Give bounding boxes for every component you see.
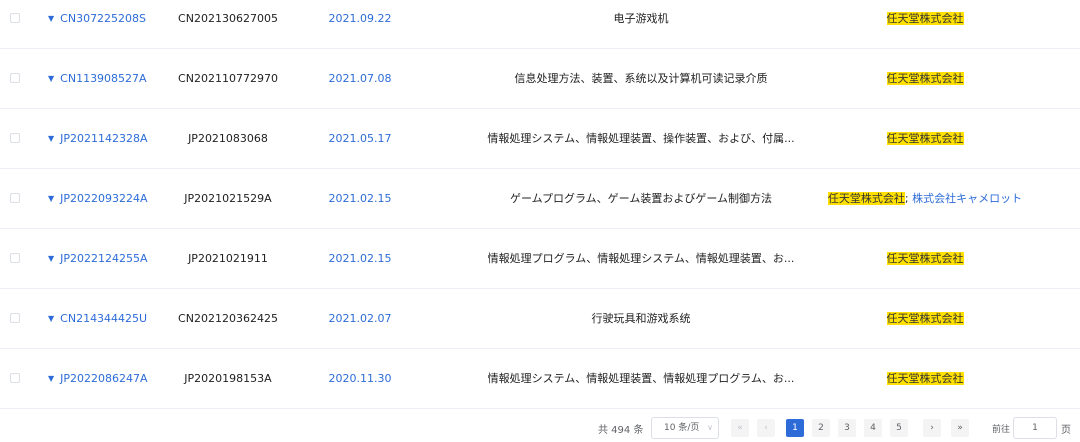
applicant-highlight: 任天堂株式会社 [886,132,964,145]
application-date: 2021.02.15 [328,252,392,265]
page-size-select[interactable]: 10 条/页 ∨ [651,417,719,439]
caret-down-icon[interactable]: ▼ [48,169,54,229]
applicant: 任天堂株式会社 [800,349,1050,409]
table-row: ▼ CN113908527A CN202110772970 2021.07.08 … [0,49,1080,109]
caret-down-icon[interactable]: ▼ [48,0,54,49]
page-button-2[interactable]: 2 [812,419,830,437]
applicant-highlight: 任天堂株式会社 [886,12,964,25]
page-button-4[interactable]: 4 [864,419,882,437]
first-page-button[interactable]: « [731,419,749,437]
publication-number-link[interactable]: ▼ CN214344425U [48,289,147,349]
goto-page-input[interactable]: 1 [1013,417,1057,439]
applicant-highlight: 任天堂株式会社 [886,252,964,265]
application-number: JP2021021911 [188,252,268,265]
row-checkbox[interactable] [10,73,20,83]
application-date: 2021.05.17 [328,132,392,145]
table-row: ▼ JP2022093224A JP2021021529A 2021.02.15 … [0,169,1080,229]
applicant: 任天堂株式会社 [800,229,1050,289]
chevron-down-icon: ∨ [707,423,713,432]
caret-down-icon[interactable]: ▼ [48,289,54,349]
publication-number-link[interactable]: ▼ JP2021142328A [48,109,148,169]
caret-down-icon[interactable]: ▼ [48,49,54,109]
caret-down-icon[interactable]: ▼ [48,229,54,289]
row-checkbox[interactable] [10,193,20,203]
page-button-1[interactable]: 1 [786,419,804,437]
row-checkbox[interactable] [10,373,20,383]
table-row: ▼ JP2022086247A JP2020198153A 2020.11.30 … [0,349,1080,409]
application-number: CN202120362425 [178,312,278,325]
page-button-5[interactable]: 5 [890,419,908,437]
application-date: 2021.02.15 [328,192,392,205]
publication-number-link[interactable]: ▼ CN307225208S [48,0,146,49]
application-number: JP2021083068 [188,132,268,145]
applicant: 任天堂株式会社; 株式会社キャメロット [800,169,1050,229]
applicant-separator: ; [904,192,913,205]
application-number: CN202130627005 [178,12,278,25]
applicant: 任天堂株式会社 [800,109,1050,169]
table-row: ▼ JP2021142328A JP2021083068 2021.05.17 情… [0,109,1080,169]
row-checkbox[interactable] [10,13,20,23]
applicant: 任天堂株式会社 [800,49,1050,109]
publication-number-link[interactable]: ▼ JP2022124255A [48,229,148,289]
application-date: 2021.07.08 [328,72,392,85]
applicant-highlight: 任天堂株式会社 [886,72,964,85]
application-number: CN202110772970 [178,72,278,85]
table-row: ▼ CN307225208S CN202130627005 2021.09.22 … [0,0,1080,49]
next-page-button[interactable]: › [923,419,941,437]
page-size-value: 10 条/页 [664,423,700,433]
row-checkbox[interactable] [10,313,20,323]
caret-down-icon[interactable]: ▼ [48,109,54,169]
application-date: 2021.02.07 [328,312,392,325]
prev-page-button[interactable]: ‹ [757,419,775,437]
pagination: 共 494 条 10 条/页 ∨ « ‹ 1 2 3 4 5 › » 前往 1 … [0,414,1080,442]
page-unit-label: 页 [1061,425,1071,436]
applicant-highlight: 任天堂株式会社 [886,312,964,325]
applicant-highlight: 任天堂株式会社 [886,372,964,385]
applicant: 任天堂株式会社 [800,289,1050,349]
application-number: JP2021021529A [184,192,272,205]
page-button-3[interactable]: 3 [838,419,856,437]
table-row: ▼ CN214344425U CN202120362425 2021.02.07 … [0,289,1080,349]
application-date: 2020.11.30 [328,372,392,385]
table-row: ▼ JP2022124255A JP2021021911 2021.02.15 情… [0,229,1080,289]
last-page-button[interactable]: » [951,419,969,437]
row-checkbox[interactable] [10,133,20,143]
total-count: 共 494 条 [598,425,644,436]
application-number: JP2020198153A [184,372,272,385]
applicant-name[interactable]: 株式会社キャメロット [912,192,1022,205]
application-date: 2021.09.22 [328,12,392,25]
publication-number-link[interactable]: ▼ CN113908527A [48,49,147,109]
publication-number-link[interactable]: ▼ JP2022093224A [48,169,148,229]
row-checkbox[interactable] [10,253,20,263]
applicant-highlight: 任天堂株式会社 [827,192,905,205]
publication-number-link[interactable]: ▼ JP2022086247A [48,349,148,409]
applicant: 任天堂株式会社 [800,0,1050,49]
caret-down-icon[interactable]: ▼ [48,349,54,409]
goto-label: 前往 [992,425,1011,435]
